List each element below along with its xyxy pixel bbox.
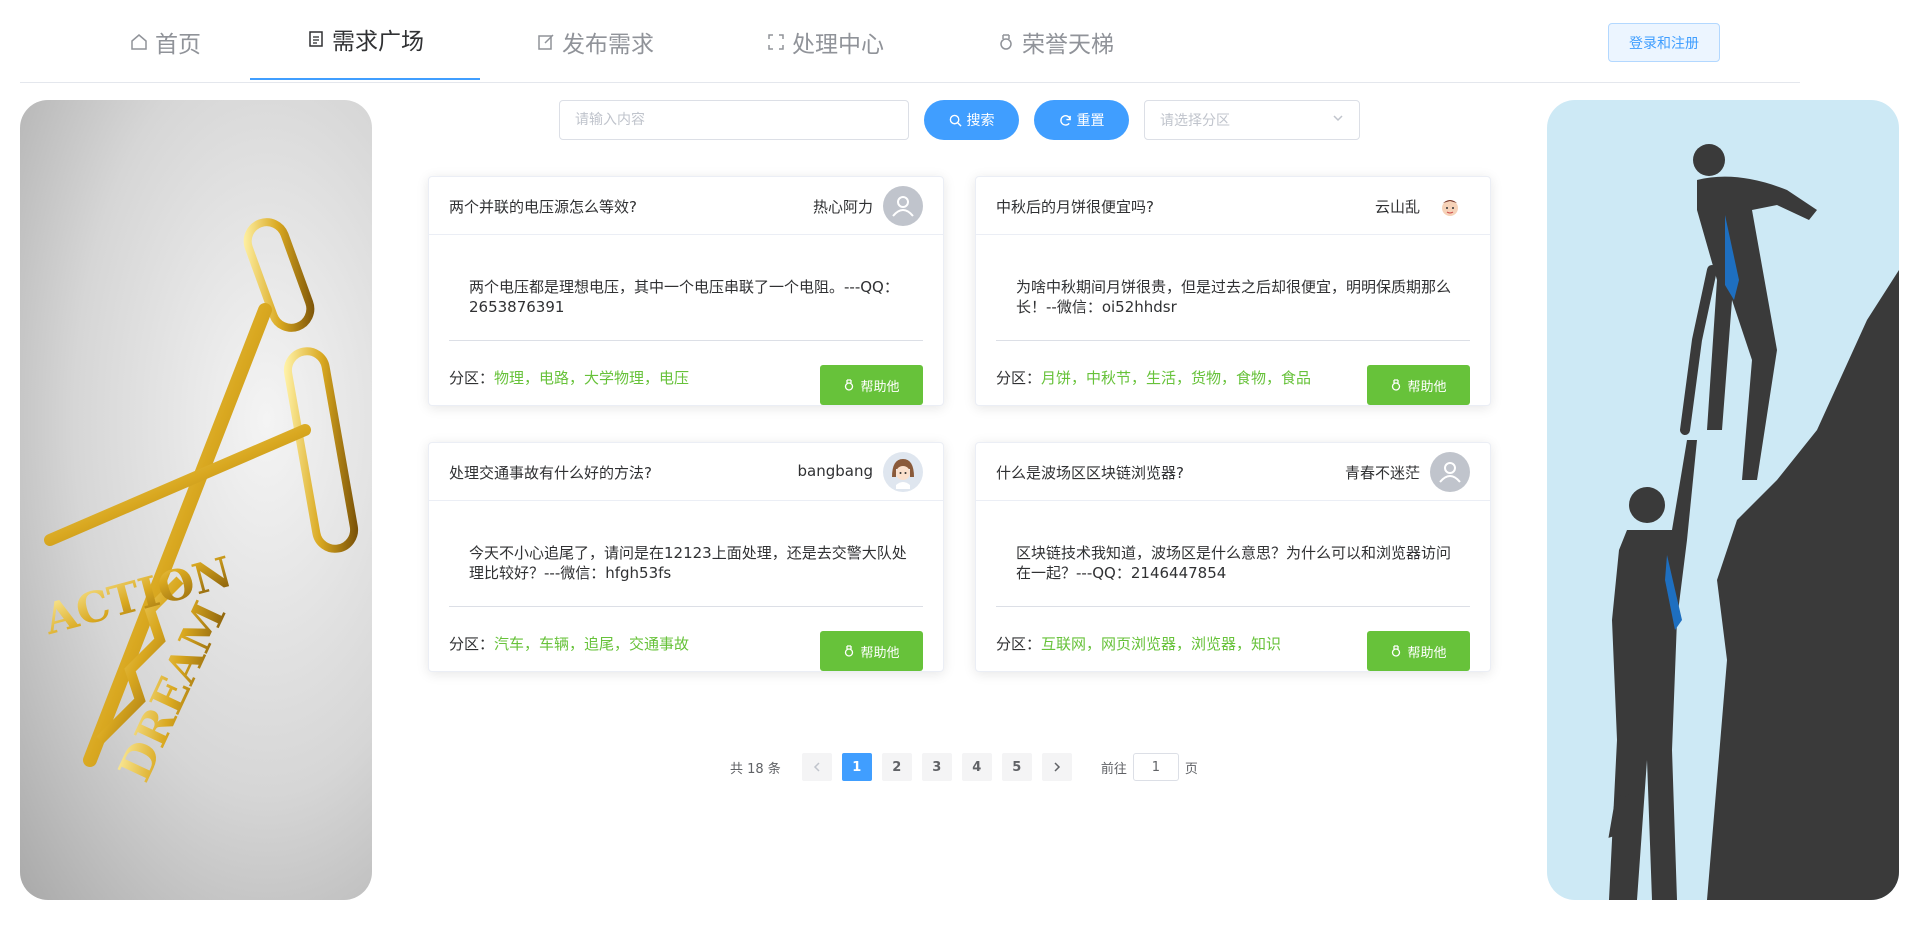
card-tags: 分区：汽车，车辆，追尾，交通事故 — [449, 633, 689, 654]
help-button-label: 帮助他 — [1407, 645, 1447, 661]
page-button[interactable]: 2 — [881, 753, 912, 781]
nav-demand-square[interactable]: 需求广场 — [250, 0, 480, 80]
card-header: 两个并联的电压源怎么等效? 热心阿力 — [429, 177, 943, 235]
nav-publish-demand-label: 发布需求 — [562, 31, 654, 58]
nav-processing-center-label: 处理中心 — [792, 31, 884, 58]
card-tags: 分区：物理，电路，大学物理，电压 — [449, 367, 689, 388]
chevron-down-icon — [1332, 112, 1344, 128]
card-tag-list: 物理，电路，大学物理，电压 — [494, 369, 690, 387]
medal-icon — [843, 379, 855, 391]
search-input[interactable] — [559, 100, 909, 140]
pagination: 共 18 条 1 2 3 4 5 前往 页 — [730, 753, 1198, 781]
card-divider — [996, 606, 1470, 607]
reset-button[interactable]: 重置 — [1034, 100, 1129, 140]
page-jumper: 前往 页 — [1101, 753, 1198, 781]
page-button[interactable]: 4 — [961, 753, 992, 781]
card-header: 什么是波场区区块链浏览器? 青春不迷茫 — [976, 443, 1490, 501]
category-select[interactable]: 请选择分区 — [1144, 100, 1360, 140]
card-tag-list: 汽车，车辆，追尾，交通事故 — [494, 635, 690, 653]
card-title: 两个并联的电压源怎么等效? — [449, 198, 637, 216]
card-divider — [449, 606, 923, 607]
goto-suffix: 页 — [1184, 761, 1198, 777]
card-tag-prefix: 分区： — [449, 369, 495, 387]
medal-icon — [1390, 379, 1402, 391]
card-body: 两个电压都是理想电压，其中一个电压串联了一个电阻。---QQ：265387639… — [469, 278, 899, 316]
next-page-button[interactable] — [1041, 753, 1072, 781]
card-tag-prefix: 分区： — [449, 635, 495, 653]
cartoon-boy-avatar — [1430, 186, 1470, 226]
page-button[interactable]: 1 — [841, 753, 872, 781]
nav-demand-square-label: 需求广场 — [332, 29, 424, 55]
nav-publish-demand[interactable]: 发布需求 — [480, 0, 710, 83]
demand-card: 什么是波场区区块链浏览器? 青春不迷茫 区块链技术我知道，波场区是什么意思？为什… — [975, 442, 1491, 672]
fullscreen-icon — [766, 32, 786, 52]
page-button[interactable]: 3 — [921, 753, 952, 781]
card-title: 处理交通事故有什么好的方法? — [449, 464, 652, 482]
card-username: bangbang — [797, 462, 873, 480]
edit-icon — [536, 32, 556, 52]
card-header: 中秋后的月饼很便宜吗? 云山乱 — [976, 177, 1490, 235]
card-username: 青春不迷茫 — [1344, 464, 1420, 482]
card-body: 区块链技术我知道，波场区是什么意思？为什么可以和浏览器访问在一起？---QQ：2… — [1016, 544, 1452, 582]
demand-card: 两个并联的电压源怎么等效? 热心阿力 两个电压都是理想电压，其中一个电压串联了一… — [428, 176, 944, 406]
help-button-label: 帮助他 — [860, 645, 900, 661]
card-title: 什么是波场区区块链浏览器? — [996, 464, 1184, 482]
card-tag-list: 月饼，中秋节，生活，货物，食物，食品 — [1041, 369, 1312, 387]
help-button-label: 帮助他 — [1407, 379, 1447, 395]
card-tag-prefix: 分区： — [996, 635, 1042, 653]
card-username: 热心阿力 — [812, 198, 873, 216]
demand-card: 中秋后的月饼很便宜吗? 云山乱 为啥中秋期间月饼很贵，但是过去之后却很便宜，明明… — [975, 176, 1491, 406]
home-icon — [129, 32, 149, 52]
prev-page-button[interactable] — [801, 753, 832, 781]
search-icon — [949, 114, 962, 127]
category-select-placeholder: 请选择分区 — [1160, 113, 1230, 129]
document-icon — [306, 29, 326, 49]
medal-icon — [843, 645, 855, 657]
card-title: 中秋后的月饼很便宜吗? — [996, 198, 1154, 216]
medal-icon — [996, 32, 1016, 52]
login-register-button[interactable]: 登录和注册 — [1608, 23, 1720, 62]
card-divider — [996, 340, 1470, 341]
card-header: 处理交通事故有什么好的方法? bangbang — [429, 443, 943, 501]
chevron-right-icon — [1054, 762, 1060, 772]
card-divider — [449, 340, 923, 341]
page-button[interactable]: 5 — [1001, 753, 1032, 781]
left-banner-image: ACTION DREAM — [20, 100, 372, 900]
right-banner-image — [1547, 100, 1899, 900]
left-banner-dream-text: DREAM — [109, 594, 236, 789]
card-tag-prefix: 分区： — [996, 369, 1042, 387]
card-tag-list: 互联网，网页浏览器，浏览器，知识 — [1041, 635, 1282, 653]
card-username: 云山乱 — [1374, 198, 1420, 216]
help-button-label: 帮助他 — [860, 379, 900, 395]
help-button[interactable]: 帮助他 — [820, 631, 923, 671]
nav-processing-center[interactable]: 处理中心 — [710, 0, 940, 83]
goto-prefix: 前往 — [1100, 761, 1127, 777]
nav-home-label: 首页 — [155, 31, 201, 58]
default-avatar — [1430, 452, 1470, 492]
search-button-label: 搜索 — [966, 113, 995, 129]
medal-icon — [1390, 645, 1402, 657]
default-avatar — [883, 186, 923, 226]
cartoon-girl-avatar — [883, 452, 923, 492]
nav-home[interactable]: 首页 — [80, 0, 250, 83]
search-button[interactable]: 搜索 — [924, 100, 1019, 140]
card-body: 为啥中秋期间月饼很贵，但是过去之后却很便宜，明明保质期那么长！--微信：oi52… — [1016, 278, 1452, 316]
help-button[interactable]: 帮助他 — [1367, 365, 1470, 405]
pagination-total: 共 18 条 — [730, 761, 781, 777]
chevron-left-icon — [813, 762, 820, 772]
nav-honor-ladder[interactable]: 荣誉天梯 — [940, 0, 1170, 83]
top-nav: 首页 需求广场 发布需求 处理中心 荣誉天梯 — [20, 0, 1800, 83]
refresh-icon — [1059, 114, 1072, 127]
reset-button-label: 重置 — [1076, 113, 1105, 129]
help-button[interactable]: 帮助他 — [820, 365, 923, 405]
card-tags: 分区：互联网，网页浏览器，浏览器，知识 — [996, 633, 1281, 654]
help-button[interactable]: 帮助他 — [1367, 631, 1470, 671]
goto-page-input[interactable] — [1132, 753, 1179, 781]
nav-honor-ladder-label: 荣誉天梯 — [1022, 31, 1114, 58]
card-tags: 分区：月饼，中秋节，生活，货物，食物，食品 — [996, 367, 1311, 388]
card-body: 今天不小心追尾了，请问是在12123上面处理，还是去交警大队处理比较好？---微… — [469, 544, 907, 582]
demand-card: 处理交通事故有什么好的方法? bangbang 今天不小心追尾了，请问是在121… — [428, 442, 944, 672]
